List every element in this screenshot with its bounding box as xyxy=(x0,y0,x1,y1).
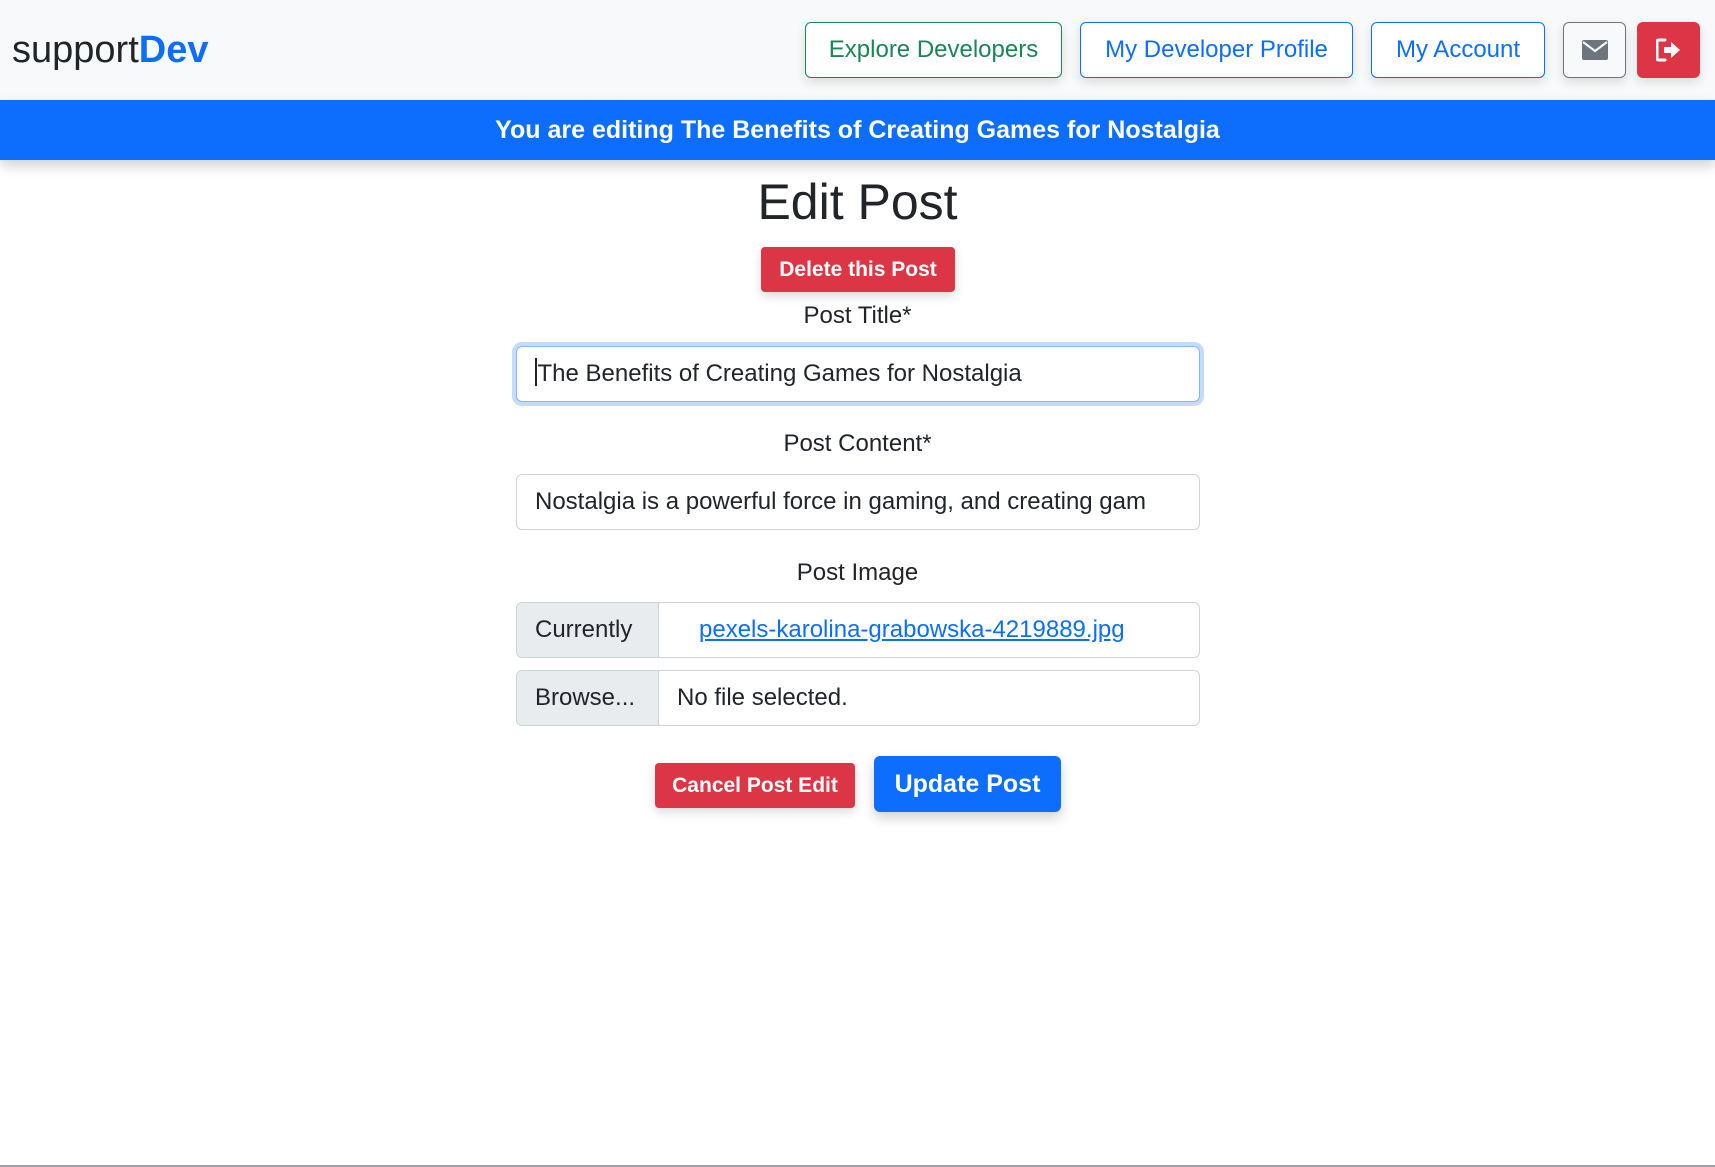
post-content-label: Post Content* xyxy=(783,430,932,457)
delete-post-button[interactable]: Delete this Post xyxy=(761,247,955,292)
file-status: No file selected. xyxy=(677,684,848,711)
post-title-label: Post Title* xyxy=(803,302,912,329)
cancel-post-edit-button[interactable]: Cancel Post Edit xyxy=(655,763,855,808)
brand-logo[interactable]: supportDev xyxy=(12,26,208,74)
file-input[interactable]: Browse... No file selected. xyxy=(516,670,1200,726)
post-title-input[interactable]: The Benefits of Creating Games for Nosta… xyxy=(516,346,1200,402)
text-caret xyxy=(535,358,537,386)
page-title: Edit Post xyxy=(757,174,958,230)
browse-button[interactable]: Browse... xyxy=(517,671,659,725)
brand-prefix: support xyxy=(12,29,139,71)
navbar: supportDev Explore Developers My Develop… xyxy=(0,0,1715,100)
currently-label: Currently xyxy=(517,603,659,657)
my-developer-profile-button[interactable]: My Developer Profile xyxy=(1080,22,1353,78)
brand-accent: Dev xyxy=(138,29,209,71)
envelope-icon xyxy=(1581,40,1608,60)
messages-button[interactable] xyxy=(1563,22,1626,78)
my-account-button[interactable]: My Account xyxy=(1371,22,1545,78)
current-image-link[interactable]: pexels-karolina-grabowska-4219889.jpg xyxy=(699,616,1125,643)
update-post-button[interactable]: Update Post xyxy=(874,756,1061,812)
post-title-value: The Benefits of Creating Games for Nosta… xyxy=(537,360,1022,387)
sign-out-icon xyxy=(1655,38,1680,62)
logout-button[interactable] xyxy=(1637,22,1700,78)
post-content-textarea[interactable]: Nostalgia is a powerful force in gaming,… xyxy=(516,474,1200,530)
editing-banner: You are editing The Benefits of Creating… xyxy=(0,100,1715,160)
current-image-group: Currently pexels-karolina-grabowska-4219… xyxy=(516,602,1200,658)
post-image-label: Post Image xyxy=(796,559,919,586)
current-image-container: pexels-karolina-grabowska-4219889.jpg xyxy=(659,603,1199,657)
explore-developers-button[interactable]: Explore Developers xyxy=(805,22,1062,78)
